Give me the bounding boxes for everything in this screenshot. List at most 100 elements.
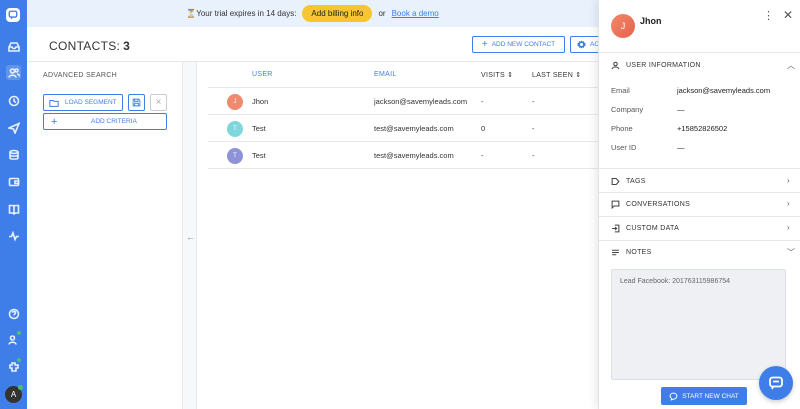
column-email[interactable]: EMAIL [374,71,397,78]
save-icon [132,98,141,107]
load-segment-button[interactable]: LOAD SEGMENT [43,94,123,111]
add-billing-button[interactable]: Add billing info [302,5,373,22]
contact-avatar: T [227,148,243,164]
contact-avatar: T [227,121,243,137]
contact-visits: 0 [481,124,486,133]
notes-textarea[interactable]: Lead Facebook: 201763115986754 [611,269,786,380]
contact-drawer: J Jhon ⋮ ✕ USER INFORMATION ︿ Email jack… [598,0,800,409]
online-indicator [18,385,23,390]
email-label: Email [611,86,630,95]
book-icon[interactable] [6,201,21,216]
notes-icon [612,249,619,256]
folder-icon [49,99,59,107]
start-new-chat-button[interactable]: START NEW CHAT [661,387,747,405]
integrations-icon[interactable] [6,357,22,374]
chat-widget-button[interactable] [759,366,793,400]
conversations-title: CONVERSATIONS [626,201,691,208]
chevron-right-icon[interactable]: › [787,223,790,232]
tags-section[interactable]: TAGS [611,177,646,186]
user-id-value: — [677,143,685,152]
account-avatar[interactable]: A [5,385,23,403]
column-visits[interactable]: VISITS ⇕ [481,71,513,79]
plus-icon: + [51,115,58,128]
contacts-icon[interactable] [6,65,21,80]
page-title-label: CONTACTS: [49,39,121,53]
gear-icon [577,40,586,49]
chat-logo-icon[interactable] [6,8,20,22]
plus-icon: + [481,39,488,50]
wallet-icon[interactable] [6,174,21,189]
column-last-seen[interactable]: LAST SEEN ⇕ [532,71,582,79]
conversation-icon [611,200,620,209]
contact-visits: - [481,97,484,106]
page-title: CONTACTS: 3 [49,39,130,53]
chevron-up-icon[interactable]: ︿ [787,60,795,71]
account-initial: A [10,390,17,399]
drawer-divider [599,192,800,193]
custom-data-section[interactable]: CUSTOM DATA [611,224,679,233]
inbox-icon[interactable] [6,39,21,54]
column-user[interactable]: USER [252,71,273,78]
phone-value: +15852826502 [677,124,728,133]
database-icon[interactable] [6,147,21,162]
advanced-search-title: ADVANCED SEARCH [43,72,117,79]
custom-data-title: CUSTOM DATA [626,225,680,232]
chat-widget-icon [769,376,783,390]
contact-last-seen: - [532,151,535,160]
history-icon[interactable] [6,93,21,108]
notes-title: NOTES [626,249,652,256]
arrow-left-icon[interactable]: ← [186,232,195,242]
user-icon [611,61,620,70]
company-value[interactable]: — [677,105,685,114]
chevron-down-icon[interactable]: ﹀ [787,247,795,258]
table-row[interactable]: T Test test@savemyleads.com - - [208,142,598,169]
notification-dot [16,330,22,336]
close-icon[interactable]: ✕ [783,8,793,22]
table-header: USER EMAIL VISITS ⇕ LAST SEEN ⇕ [208,62,598,88]
close-icon: × [155,97,162,108]
more-options-icon[interactable]: ⋮ [763,9,774,22]
tag-icon [611,177,620,186]
trial-text: ⏳Your trial expires in 14 days: [186,9,297,18]
contact-email: test@savemyleads.com [374,151,454,160]
activity-icon[interactable] [6,228,21,243]
contact-email: jackson@savemyleads.com [374,97,468,106]
chevron-right-icon[interactable]: › [787,199,790,208]
chevron-right-icon[interactable]: › [787,176,790,185]
load-segment-label: LOAD SEGMENT [65,99,117,106]
user-information-title: USER INFORMATION [626,62,701,69]
contact-email: test@savemyleads.com [374,124,454,133]
notes-section[interactable]: NOTES [611,248,652,257]
book-demo-link[interactable]: Book a demo [392,9,439,18]
contact-avatar: J [227,94,243,110]
nav-rail: A [0,0,27,409]
add-contact-label: ADD NEW CONTACT [491,41,556,48]
contact-visits: - [481,151,484,160]
contact-name[interactable]: Test [252,151,266,160]
contact-name[interactable]: Test [252,124,266,133]
add-contact-button[interactable]: + ADD NEW CONTACT [472,36,565,53]
user-id-label: User ID [611,143,637,152]
add-criteria-button[interactable]: + ADD CRITERIA [43,113,167,130]
contact-last-seen: - [532,97,535,106]
team-icon[interactable] [6,330,22,347]
contacts-count: 3 [123,39,131,53]
drawer-avatar: J [611,14,635,38]
clear-segment-button[interactable]: × [150,94,167,111]
table-row[interactable]: J Jhon jackson@savemyleads.com - - [208,88,598,115]
notification-dot [16,357,22,363]
chat-bubble-icon [669,392,678,401]
contact-name[interactable]: Jhon [252,97,268,106]
collapse-panel-strip[interactable]: ← [183,62,197,409]
save-segment-button[interactable] [128,94,145,111]
table-row[interactable]: T Test test@savemyleads.com 0 - [208,115,598,142]
conversations-section[interactable]: CONVERSATIONS [611,200,690,209]
drawer-divider [599,216,800,217]
send-icon[interactable] [6,120,21,135]
trial-banner: ⏳Your trial expires in 14 days: Add bill… [27,0,598,27]
user-information-section[interactable]: USER INFORMATION [611,61,701,70]
help-icon[interactable] [6,306,21,321]
drawer-divider [599,52,800,53]
tags-title: TAGS [626,178,646,185]
start-new-chat-label: START NEW CHAT [682,392,739,400]
